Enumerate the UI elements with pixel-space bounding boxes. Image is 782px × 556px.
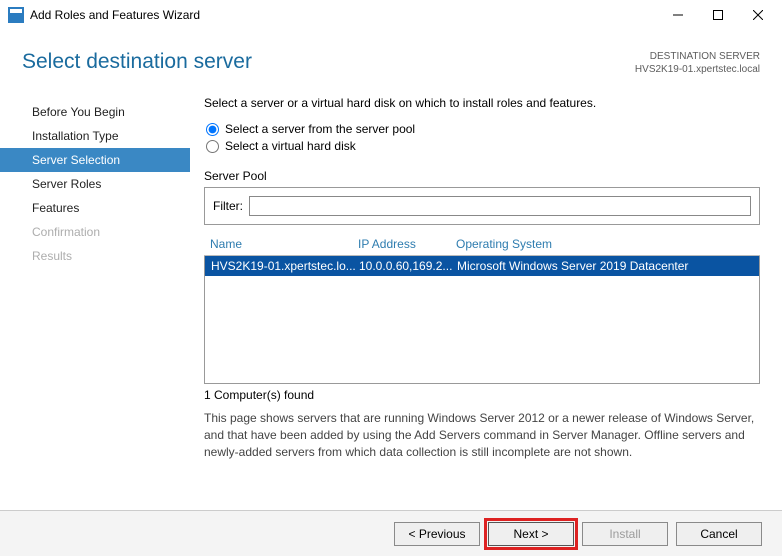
radio-server-pool[interactable] [206, 123, 219, 136]
destination-label: DESTINATION SERVER [635, 50, 760, 63]
step-installation-type[interactable]: Installation Type [0, 124, 190, 148]
server-pool-label: Server Pool [204, 169, 760, 183]
intro-text: Select a server or a virtual hard disk o… [204, 96, 760, 110]
step-confirmation: Confirmation [0, 220, 190, 244]
wizard-icon [8, 7, 24, 23]
server-table-header: Name IP Address Operating System [204, 231, 760, 256]
step-before-you-begin[interactable]: Before You Begin [0, 100, 190, 124]
next-button[interactable]: Next > [488, 522, 574, 546]
filter-input[interactable] [249, 196, 751, 216]
info-note: This page shows servers that are running… [204, 410, 760, 460]
wizard-steps: Before You Begin Installation Type Serve… [0, 96, 190, 460]
page-title: Select destination server [22, 50, 252, 74]
minimize-button[interactable] [658, 1, 698, 29]
step-features[interactable]: Features [0, 196, 190, 220]
cell-os: Microsoft Windows Server 2019 Datacenter [457, 259, 753, 273]
column-os[interactable]: Operating System [456, 237, 754, 251]
server-table-body: HVS2K19-01.xpertstec.lo... 10.0.0.60,169… [204, 256, 760, 384]
radio-vhd[interactable] [206, 140, 219, 153]
destination-info: DESTINATION SERVER HVS2K19-01.xpertstec.… [635, 50, 760, 76]
cell-name: HVS2K19-01.xpertstec.lo... [211, 259, 359, 273]
filter-box: Filter: [204, 187, 760, 225]
step-server-selection[interactable]: Server Selection [0, 148, 190, 172]
destination-value: HVS2K19-01.xpertstec.local [635, 63, 760, 76]
cancel-button[interactable]: Cancel [676, 522, 762, 546]
maximize-button[interactable] [698, 1, 738, 29]
column-ip[interactable]: IP Address [358, 237, 456, 251]
radio-server-pool-label: Select a server from the server pool [225, 122, 415, 136]
install-button: Install [582, 522, 668, 546]
step-server-roles[interactable]: Server Roles [0, 172, 190, 196]
previous-button[interactable]: < Previous [394, 522, 480, 546]
page-header: Select destination server DESTINATION SE… [0, 30, 782, 88]
close-button[interactable] [738, 1, 778, 29]
cell-ip: 10.0.0.60,169.2... [359, 259, 457, 273]
step-results: Results [0, 244, 190, 268]
column-name[interactable]: Name [210, 237, 358, 251]
computers-found: 1 Computer(s) found [204, 388, 760, 402]
radio-vhd-label: Select a virtual hard disk [225, 139, 356, 153]
table-row[interactable]: HVS2K19-01.xpertstec.lo... 10.0.0.60,169… [205, 256, 759, 276]
window-title: Add Roles and Features Wizard [30, 8, 658, 22]
content-panel: Select a server or a virtual hard disk o… [190, 96, 764, 460]
footer-buttons: < Previous Next > Install Cancel [0, 510, 782, 556]
filter-label: Filter: [213, 199, 243, 213]
titlebar: Add Roles and Features Wizard [0, 0, 782, 30]
